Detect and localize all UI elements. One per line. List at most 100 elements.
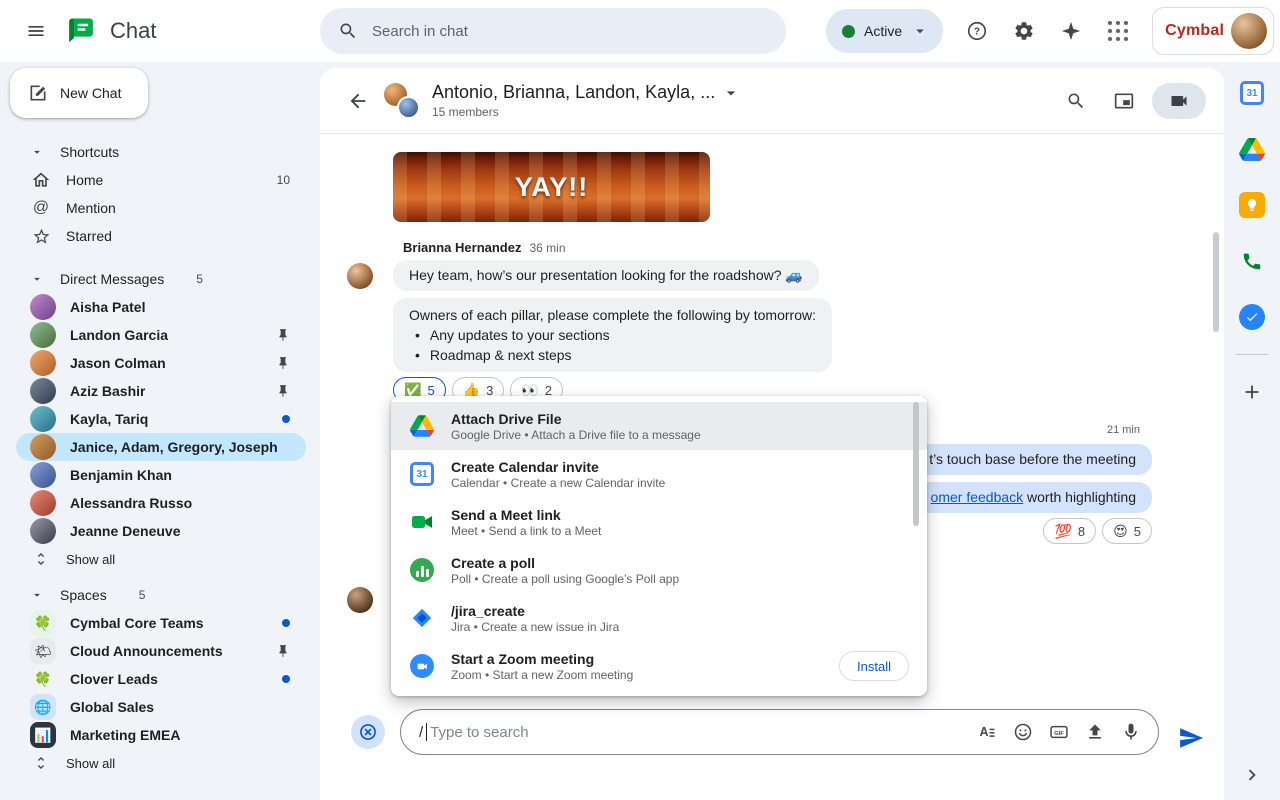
status-label: Active: [864, 23, 902, 39]
drive-app-button[interactable]: [1237, 136, 1267, 162]
space-item[interactable]: 🍀 Clover Leads: [0, 665, 320, 693]
dm-section-header[interactable]: Direct Messages 5: [0, 265, 320, 293]
popup-item-start-zoom-meeting[interactable]: Start a Zoom meeting Zoom • Start a new …: [391, 642, 927, 690]
account-area[interactable]: Cymbal: [1152, 7, 1274, 55]
dm-item[interactable]: Aisha Patel: [0, 293, 320, 321]
sidebar-item-starred[interactable]: Starred: [0, 222, 320, 250]
popup-item-attach-drive-file[interactable]: Attach Drive File Google Drive • Attach …: [391, 402, 927, 450]
dm-item[interactable]: Landon Garcia: [0, 321, 320, 349]
search-icon: [338, 21, 358, 41]
emoji-button[interactable]: [1006, 715, 1040, 749]
reaction-chip[interactable]: 💯 8: [1043, 518, 1096, 544]
space-item[interactable]: 🍀 Cymbal Core Teams: [0, 609, 320, 637]
sidebar-item-mention[interactable]: @ Mention: [0, 194, 320, 222]
chevron-down-icon: [30, 144, 44, 160]
plus-icon: [1241, 381, 1263, 403]
message-input[interactable]: / Type to search A GIF: [400, 709, 1159, 755]
space-avatar: 🍀: [30, 610, 56, 636]
gif-button[interactable]: GIF: [1042, 715, 1076, 749]
popup-item-jira-create[interactable]: /jira_create Jira • Create a new issue i…: [391, 594, 927, 642]
back-button[interactable]: [338, 81, 378, 121]
heart-eyes-emoji: 😍: [1113, 523, 1128, 540]
calendar-app-button[interactable]: 31: [1237, 80, 1267, 106]
space-avatar: 📊: [30, 722, 56, 748]
gif-attachment[interactable]: YAY!!: [393, 152, 710, 222]
gemini-button[interactable]: [1051, 11, 1091, 51]
help-button[interactable]: ?: [957, 11, 997, 51]
mic-button[interactable]: [1114, 715, 1148, 749]
sidebar-item-home[interactable]: Home 10: [0, 166, 320, 194]
search-bar[interactable]: Search in chat: [320, 8, 786, 54]
space-item[interactable]: 🌐 Global Sales: [0, 693, 320, 721]
poll-icon: [409, 558, 435, 582]
message-time: 36 min: [529, 241, 565, 255]
send-button[interactable]: [1174, 721, 1208, 755]
add-apps-button[interactable]: [1237, 379, 1267, 405]
avatar: [30, 462, 56, 488]
cancel-slash-command-button[interactable]: [351, 715, 385, 749]
chat-scrollbar[interactable]: [1213, 232, 1219, 332]
unfold-more-icon: [30, 755, 52, 771]
sender-name: Brianna Hernandez: [403, 240, 521, 255]
status-selector[interactable]: Active: [826, 9, 943, 53]
message-text: Owners of each pillar, please complete t…: [409, 305, 816, 325]
reaction-count: 5: [1134, 524, 1141, 539]
space-avatar: 🌐: [30, 694, 56, 720]
spaces-section-header[interactable]: Spaces 5: [0, 581, 320, 609]
collapse-rail-button[interactable]: [1237, 762, 1267, 788]
popup-item-title: Create Calendar invite: [451, 459, 665, 475]
voice-app-button[interactable]: [1237, 248, 1267, 274]
reaction-row: 💯 8 😍 5: [1043, 518, 1152, 544]
avatar: [30, 294, 56, 320]
active-status-dot: [842, 25, 855, 38]
rail-divider: [1236, 354, 1268, 355]
format-button[interactable]: A: [970, 715, 1004, 749]
message-text: worth highlighting: [1023, 489, 1136, 505]
reaction-count: 8: [1078, 524, 1085, 539]
user-avatar[interactable]: [1231, 13, 1267, 49]
conversation-title-menu[interactable]: Antonio, Brianna, Landon, Kayla, ...: [432, 82, 741, 103]
install-button[interactable]: Install: [839, 651, 909, 681]
dm-item[interactable]: Alessandra Russo: [0, 489, 320, 517]
tasks-icon: [1239, 304, 1265, 330]
keep-app-button[interactable]: [1237, 192, 1267, 218]
reaction-chip[interactable]: 😍 5: [1102, 518, 1152, 544]
dm-item[interactable]: Jeanne Deneuve: [0, 517, 320, 545]
new-chat-button[interactable]: New Chat: [10, 68, 148, 118]
star-icon: [30, 227, 52, 246]
top-bar: Chat Search in chat Active ? Cymbal: [0, 0, 1280, 62]
tasks-app-button[interactable]: [1237, 304, 1267, 330]
popup-scrollbar[interactable]: [913, 402, 919, 526]
space-avatar: 🍀: [30, 666, 56, 692]
message-link[interactable]: omer feedback: [931, 489, 1024, 505]
settings-button[interactable]: [1004, 11, 1044, 51]
dm-item[interactable]: Kayla, Tariq: [0, 405, 320, 433]
video-call-button[interactable]: [1152, 83, 1206, 119]
dm-item[interactable]: Aziz Bashir: [0, 377, 320, 405]
upload-button[interactable]: [1078, 715, 1112, 749]
popup-item-create-poll[interactable]: Create a poll Poll • Create a poll using…: [391, 546, 927, 594]
spaces-show-all[interactable]: Show all: [0, 749, 320, 777]
avatar: [30, 322, 56, 348]
dm-item[interactable]: Jason Colman: [0, 349, 320, 377]
shortcuts-section-header[interactable]: Shortcuts: [0, 138, 320, 166]
popup-item-send-meet-link[interactable]: Send a Meet link Meet • Send a link to a…: [391, 498, 927, 546]
shortcuts-label: Shortcuts: [60, 144, 119, 160]
space-item[interactable]: 📊 Marketing EMEA: [0, 721, 320, 749]
search-in-conversation-button[interactable]: [1056, 81, 1096, 121]
popup-item-create-calendar-invite[interactable]: 31 Create Calendar invite Calendar • Cre…: [391, 450, 927, 498]
dm-count-badge: 5: [196, 272, 203, 286]
phone-icon: [1241, 250, 1263, 272]
dm-item[interactable]: Benjamin Khan: [0, 461, 320, 489]
mention-icon: @: [30, 199, 52, 217]
open-in-popup-button[interactable]: [1104, 81, 1144, 121]
apps-grid-button[interactable]: [1098, 11, 1138, 51]
search-icon: [1066, 91, 1086, 111]
compose-icon: [28, 83, 48, 103]
drive-icon: [1239, 138, 1265, 161]
zoom-icon: [409, 654, 435, 678]
main-menu-button[interactable]: [16, 11, 56, 51]
dm-item-selected[interactable]: Janice, Adam, Gregory, Joseph: [16, 433, 306, 461]
dm-show-all[interactable]: Show all: [0, 545, 320, 573]
space-item[interactable]: 🌤 Cloud Announcements: [0, 637, 320, 665]
